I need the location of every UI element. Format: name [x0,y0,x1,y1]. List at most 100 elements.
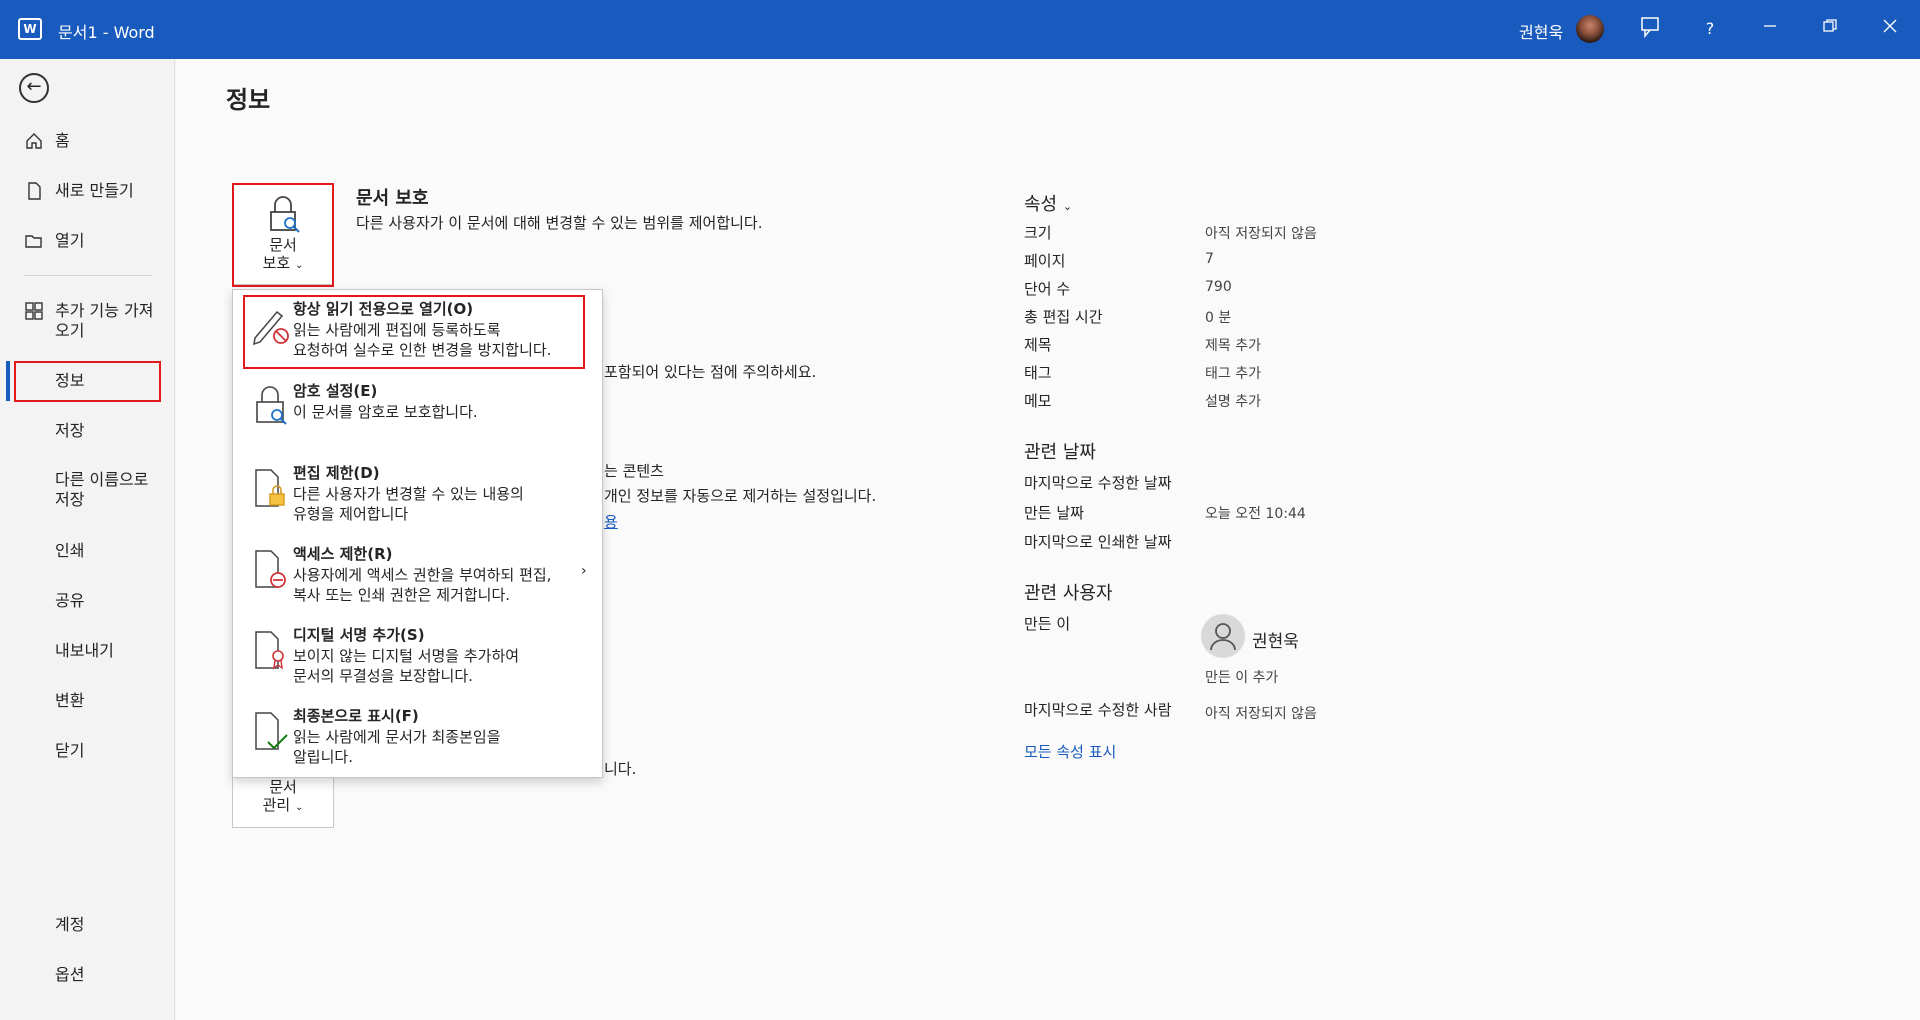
backstage-sidebar: ← 홈 새로 만들기 열기 추가 기능 가져 오기 정보 저장 다른 이름으로 … [0,59,175,1020]
last-modified-by-label: 마지막으로 수정한 사람 [1024,701,1172,719]
person-avatar-icon [1201,614,1245,658]
menu-item-encrypt-password[interactable]: 암호 설정(E) 이 문서를 암호로 보호합니다. [233,380,602,442]
title-bar: W 문서1 - Word 권현욱 ? [0,0,1920,59]
date-value: 오늘 오전 10:44 [1205,506,1306,522]
date-label: 만든 날짜 [1024,504,1084,522]
back-arrow-icon[interactable]: ← [19,73,49,103]
menu-item-title: 디지털 서명 추가(S) [293,626,425,644]
date-label: 마지막으로 수정한 날짜 [1024,474,1172,492]
sidebar-item-label: 추가 기능 가져 [55,301,154,320]
sidebar-item-label: 변환 [55,691,85,710]
sidebar-item-label: 정보 [55,371,85,390]
window-title: 문서1 - Word [58,23,155,42]
comments-field[interactable]: 설명 추가 [1205,391,1261,411]
lock-key-icon [251,384,287,428]
menu-item-title: 암호 설정(E) [293,382,378,400]
sidebar-item-label: 계정 [55,915,85,934]
selected-indicator [6,361,10,401]
sidebar-item-save-as[interactable]: 다른 이름으로 저장 [0,470,175,510]
sidebar-item-label: 열기 [55,231,85,250]
menu-item-desc: 사용자에게 액세스 권한을 부여하되 편집, [293,566,552,584]
last-modified-by-value: 아직 저장되지 않음 [1205,706,1317,722]
menu-item-desc: 다른 사용자가 변경할 수 있는 내용의 [293,485,524,503]
show-all-properties-link[interactable]: 모든 속성 표시 [1024,741,1116,762]
close-icon[interactable] [1877,16,1903,42]
property-value: 아직 저장되지 않음 [1205,226,1317,242]
sidebar-item-label: 새로 만들기 [55,181,134,200]
highlight-box [14,361,161,402]
sidebar-item-label: 내보내기 [55,641,114,660]
manage-desc-partial: 니다. [604,760,637,778]
minimize-icon[interactable] [1757,16,1783,42]
menu-item-title: 편집 제한(D) [293,464,380,482]
add-author-link[interactable]: 만든 이 추가 [1205,667,1278,687]
sidebar-item-label-line2: 오기 [55,321,85,340]
property-value: 0 분 [1205,310,1232,326]
menu-item-restrict-editing[interactable]: 편집 제한(D) 다른 사용자가 변경할 수 있는 내용의 유형을 제어합니다 [233,462,602,528]
open-folder-icon [24,231,44,251]
sidebar-item-label: 공유 [55,591,85,610]
property-label: 총 편집 시간 [1024,308,1103,326]
account-avatar[interactable] [1576,15,1604,43]
menu-item-desc: 읽는 사람에게 문서가 최종본임을 [293,728,501,746]
related-dates-header: 관련 날짜 [1024,442,1096,463]
manage-button-label: 문서 [269,778,297,796]
accessibility-desc-partial-2: 개인 정보를 자동으로 제거하는 설정입니다. [604,487,877,505]
property-label: 단어 수 [1024,280,1071,298]
sidebar-divider [24,275,152,276]
author-name[interactable]: 권현욱 [1252,627,1299,652]
menu-item-desc-line2: 문서의 무결성을 보장합니다. [293,667,473,685]
document-ribbon-icon [251,628,287,672]
author-label: 만든 이 [1024,615,1071,633]
menu-item-desc-line2: 유형을 제어합니다 [293,505,409,523]
menu-item-title: 최종본으로 표시(F) [293,707,419,725]
related-people-header: 관련 사용자 [1024,583,1113,604]
chevron-right-icon: › [581,563,587,579]
document-restrict-icon [251,547,287,591]
manage-button-label-line2: 관리 ⌄ [262,796,304,814]
protect-section-desc: 다른 사용자가 이 문서에 대해 변경할 수 있는 범위를 제어합니다. [356,214,763,232]
highlight-box [232,183,334,287]
highlight-box [243,295,585,369]
word-logo-icon: W [18,18,42,40]
date-label: 마지막으로 인쇄한 날짜 [1024,533,1172,551]
menu-item-title: 액세스 제한(R) [293,545,393,563]
title-field[interactable]: 제목 추가 [1205,335,1261,355]
document-lock-icon [251,466,287,510]
sidebar-item-label: 저장 [55,421,85,440]
property-label: 메모 [1024,392,1052,410]
new-document-icon [24,181,44,201]
home-icon [24,131,44,151]
page-title: 정보 [226,86,271,114]
accessibility-desc-partial: 는 콘텐츠 [604,462,664,480]
add-ins-icon [24,301,44,321]
menu-item-desc-line2: 복사 또는 인쇄 권한은 제거합니다. [293,586,511,604]
property-label: 크기 [1024,224,1052,242]
chevron-down-icon: ⌄ [295,802,304,813]
sidebar-item-label: 다른 이름으로 [55,470,149,489]
sidebar-item-add-ins[interactable]: 추가 기능 가져 오기 [0,301,175,341]
properties-header[interactable]: 속성 ⌄ [1024,190,1072,216]
property-label: 페이지 [1024,252,1066,270]
feedback-icon[interactable] [1637,16,1663,42]
property-value: 790 [1205,279,1232,295]
menu-item-desc-line2: 알립니다. [293,748,353,766]
protect-section-title: 문서 보호 [356,188,429,209]
sidebar-item-label: 인쇄 [55,541,85,560]
accessibility-link-partial[interactable]: 용 [604,511,618,532]
sidebar-item-label: 옵션 [55,965,85,984]
help-icon[interactable]: ? [1697,16,1723,42]
restore-icon[interactable] [1817,16,1843,42]
menu-item-mark-as-final[interactable]: 최종본으로 표시(F) 읽는 사람에게 문서가 최종본임을 알립니다. [233,705,602,771]
account-name[interactable]: 권현욱 [1519,19,1563,43]
sidebar-item-label-line2: 저장 [55,490,85,509]
menu-item-desc: 이 문서를 암호로 보호합니다. [293,403,478,421]
sidebar-item-label: 닫기 [55,741,85,760]
chevron-down-icon: ⌄ [1062,200,1073,213]
tags-field[interactable]: 태그 추가 [1205,363,1261,383]
menu-item-add-digital-signature[interactable]: 디지털 서명 추가(S) 보이지 않는 디지털 서명을 추가하여 문서의 무결성… [233,624,602,690]
document-check-icon [251,709,288,753]
sidebar-item-label: 홈 [55,131,70,150]
menu-item-restrict-access[interactable]: 액세스 제한(R) 사용자에게 액세스 권한을 부여하되 편집, 복사 또는 인… [233,543,602,609]
menu-item-desc: 보이지 않는 디지털 서명을 추가하여 [293,647,520,665]
